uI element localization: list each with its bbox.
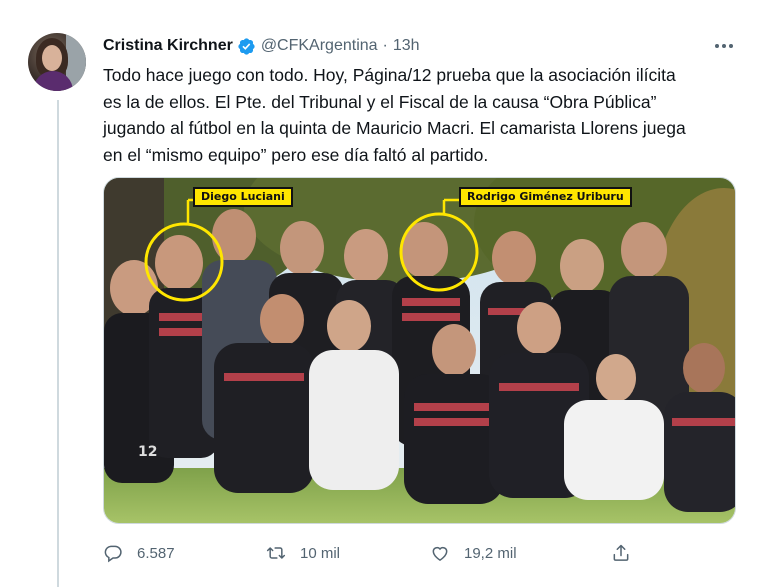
more-options-icon[interactable] [712,36,736,56]
thread-line [57,100,59,587]
tweet-header: Cristina Kirchner @CFKArgentina · 13h [103,34,420,58]
timestamp[interactable]: 13h [393,37,420,55]
retweet-count: 10 mil [300,544,341,562]
like-count: 19,2 mil [464,544,517,562]
tweet-text: Todo hace juego con todo. Hoy, Página/12… [103,65,686,165]
team-photo-illustration: 12 [104,178,735,523]
reply-count: 6.587 [137,544,175,562]
photo-label-diego-luciani: Diego Luciani [193,187,293,207]
separator-dot: · [382,37,388,54]
share-button[interactable] [611,540,631,566]
retweet-icon [266,547,286,559]
like-icon [432,546,448,561]
share-icon [613,544,629,561]
reply-button[interactable]: 6.587 [103,540,175,566]
avatar[interactable] [28,33,86,91]
tweet-photo[interactable]: 12 Diego Luciani Rodrigo Giménez Uriburu [103,177,736,524]
jersey-number: 12 [138,444,157,460]
reply-icon [104,545,122,563]
tweet-actions: 6.587 10 mil 19,2 mil [103,540,743,566]
retweet-button[interactable]: 10 mil [266,540,340,566]
author-handle[interactable]: @CFKArgentina [261,37,378,55]
author-name[interactable]: Cristina Kirchner [103,37,233,55]
photo-label-rodrigo-gimenez-uriburu: Rodrigo Giménez Uriburu [459,187,632,207]
verified-badge-icon [237,37,256,56]
like-button[interactable]: 19,2 mil [430,540,517,566]
